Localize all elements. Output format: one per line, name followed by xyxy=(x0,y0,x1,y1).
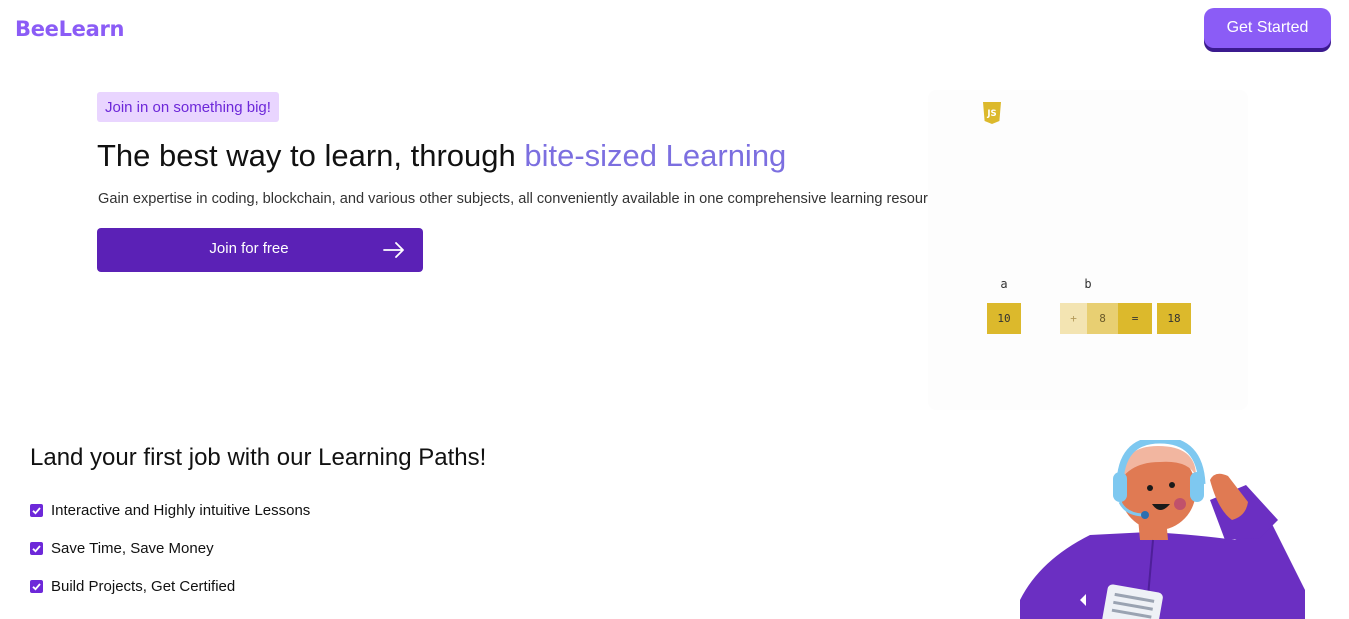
support-agent-illustration xyxy=(1020,440,1305,619)
cell-b-value: 8 xyxy=(1087,303,1118,334)
feature-label: Save Time, Save Money xyxy=(51,540,214,557)
checkbox-checked-icon[interactable] xyxy=(30,504,43,517)
feature-item: Build Projects, Get Certified xyxy=(30,578,235,595)
cell-equals-operator: = xyxy=(1118,303,1152,334)
code-animation-panel: JS a b 10 + 8 = 18 xyxy=(928,90,1248,410)
join-for-free-button[interactable]: Join for free xyxy=(97,228,423,272)
feature-label: Interactive and Highly intuitive Lessons xyxy=(51,502,311,519)
checkbox-checked-icon[interactable] xyxy=(30,580,43,593)
join-button-label: Join for free xyxy=(209,240,289,257)
feature-label: Build Projects, Get Certified xyxy=(51,578,236,595)
brand-logo[interactable]: BeeLearn xyxy=(15,17,125,41)
hero-title-accent: bite-sized Learning xyxy=(524,138,787,173)
javascript-icon-text: JS xyxy=(986,109,996,119)
get-started-button[interactable]: Get Started xyxy=(1204,8,1331,48)
hero-title: The best way to learn, through bite-size… xyxy=(97,138,786,174)
feature-item: Interactive and Highly intuitive Lessons xyxy=(30,502,310,519)
hero-title-plain: The best way to learn, through xyxy=(97,138,525,173)
checkbox-checked-icon[interactable] xyxy=(30,542,43,555)
cell-plus-operator: + xyxy=(1060,303,1087,334)
cell-a-value: 10 xyxy=(987,303,1021,334)
feature-item: Save Time, Save Money xyxy=(30,540,214,557)
arrow-right-icon xyxy=(383,242,404,258)
javascript-icon: JS xyxy=(983,102,1001,124)
variable-b-label: b xyxy=(1084,277,1092,291)
learning-paths-title: Land your first job with our Learning Pa… xyxy=(30,444,487,471)
variable-a-label: a xyxy=(1000,277,1008,291)
hero-badge: Join in on something big! xyxy=(97,92,279,122)
cell-result-value: 18 xyxy=(1157,303,1191,334)
hero-subtitle: Gain expertise in coding, blockchain, an… xyxy=(98,191,944,207)
